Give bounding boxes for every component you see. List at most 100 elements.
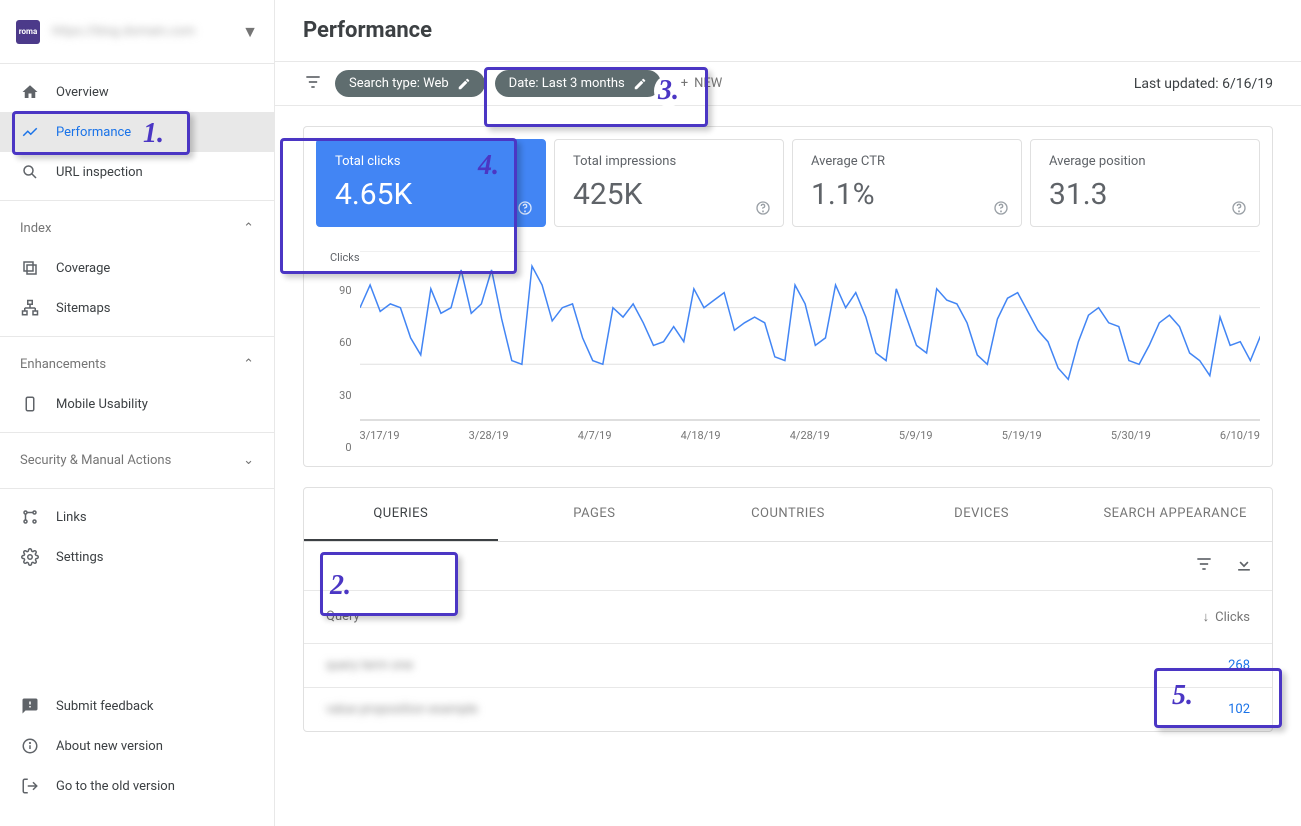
x-tick: 5/19/19 — [1002, 429, 1042, 442]
y-axis: 90 60 30 0 — [330, 284, 360, 454]
chip-search-type[interactable]: Search type: Web — [335, 70, 485, 97]
x-tick: 4/28/19 — [790, 429, 830, 442]
trending-icon — [20, 122, 40, 142]
metric-value: 425K — [573, 177, 765, 212]
header-query: Query — [326, 609, 1203, 625]
copy-icon — [20, 258, 40, 278]
tab-devices[interactable]: DEVICES — [885, 488, 1079, 541]
nav-settings[interactable]: Settings — [0, 537, 274, 577]
nav-label: Settings — [56, 550, 103, 565]
nav-section-main: Overview Performance URL inspection — [0, 64, 274, 201]
mobile-icon — [20, 394, 40, 414]
nav-about[interactable]: About new version — [0, 726, 274, 766]
sitemap-icon — [20, 298, 40, 318]
clicks-chart: Clicks 90 60 30 0 3/17/19 — [316, 243, 1260, 454]
home-icon — [20, 82, 40, 102]
chip-date[interactable]: Date: Last 3 months — [495, 70, 661, 97]
tabs-row: QUERIES PAGES COUNTRIES DEVICES SEARCH A… — [304, 488, 1272, 542]
chip-label: Search type: Web — [349, 76, 449, 91]
x-tick: 3/28/19 — [469, 429, 509, 442]
section-header-security[interactable]: Security & Manual Actions ⌄ — [0, 441, 274, 480]
chart-svg — [360, 251, 1260, 421]
search-icon — [20, 162, 40, 182]
nav-label: Sitemaps — [56, 301, 111, 316]
sort-arrow-icon: ↓ — [1203, 609, 1210, 625]
chevron-down-icon: ▼ — [242, 22, 258, 42]
download-icon[interactable] — [1234, 554, 1254, 578]
section-title: Security & Manual Actions — [20, 453, 171, 468]
nav-sitemaps[interactable]: Sitemaps — [0, 288, 274, 328]
table-row[interactable]: value proposition example 102 — [304, 687, 1272, 731]
info-icon — [20, 736, 40, 756]
nav-label: Coverage — [56, 261, 110, 276]
x-axis: 3/17/19 3/28/19 4/7/19 4/18/19 4/28/19 5… — [360, 425, 1260, 450]
section-title: Index — [20, 221, 51, 236]
nav-links[interactable]: Links — [0, 497, 274, 537]
metric-average-ctr[interactable]: Average CTR 1.1% — [792, 139, 1022, 227]
row-clicks: 102 — [1228, 702, 1250, 717]
help-icon[interactable] — [517, 200, 533, 216]
filter-icon[interactable] — [1194, 554, 1214, 578]
y-tick: 30 — [339, 389, 351, 402]
table-header: Query ↓ Clicks — [304, 590, 1272, 643]
exit-icon — [20, 776, 40, 796]
section-header-index[interactable]: Index ⌃ — [0, 209, 274, 248]
header-clicks[interactable]: ↓ Clicks — [1203, 609, 1250, 625]
table-row[interactable]: query term one 268 — [304, 643, 1272, 687]
plus-icon: + — [681, 76, 688, 91]
help-icon[interactable] — [755, 200, 771, 216]
tab-countries[interactable]: COUNTRIES — [691, 488, 885, 541]
metric-average-position[interactable]: Average position 31.3 — [1030, 139, 1260, 227]
links-icon — [20, 507, 40, 527]
help-icon[interactable] — [993, 200, 1009, 216]
chart-ylabel: Clicks — [330, 251, 360, 264]
pencil-icon — [633, 77, 647, 91]
footer-nav: Submit feedback About new version Go to … — [0, 678, 274, 826]
nav-label: Performance — [56, 125, 131, 140]
sidebar: roma https://blog.domain.com ▼ Overview … — [0, 0, 275, 826]
section-header-enhancements[interactable]: Enhancements ⌃ — [0, 345, 274, 384]
nav-url-inspection[interactable]: URL inspection — [0, 152, 274, 192]
help-icon[interactable] — [1231, 200, 1247, 216]
x-tick: 4/7/19 — [578, 429, 612, 442]
site-selector[interactable]: roma https://blog.domain.com ▼ — [0, 0, 274, 64]
pencil-icon — [457, 77, 471, 91]
tab-search-appearance[interactable]: SEARCH APPEARANCE — [1078, 488, 1272, 541]
x-tick: 6/10/19 — [1220, 429, 1260, 442]
main-content: Performance Search type: Web Date: Last … — [275, 0, 1301, 826]
row-query: value proposition example — [326, 702, 1228, 717]
gear-icon — [20, 547, 40, 567]
filter-icon[interactable] — [303, 72, 323, 96]
nav-performance[interactable]: Performance — [0, 112, 274, 152]
x-tick: 5/30/19 — [1111, 429, 1151, 442]
tab-queries[interactable]: QUERIES — [304, 488, 498, 541]
chevron-down-icon: ⌄ — [243, 453, 254, 468]
nav-feedback[interactable]: Submit feedback — [0, 686, 274, 726]
new-filter-button[interactable]: + NEW — [681, 76, 723, 91]
header-clicks-label: Clicks — [1215, 610, 1250, 625]
metric-tiles: Total clicks 4.65K Total impressions 425… — [316, 139, 1260, 227]
nav-mobile-usability[interactable]: Mobile Usability — [0, 384, 274, 424]
y-tick: 0 — [345, 441, 351, 454]
nav-label: About new version — [56, 739, 163, 754]
tab-pages[interactable]: PAGES — [498, 488, 692, 541]
metrics-card: Total clicks 4.65K Total impressions 425… — [303, 126, 1273, 467]
new-filter-label: NEW — [694, 76, 722, 91]
metric-label: Average CTR — [811, 154, 1003, 169]
metric-label: Total clicks — [335, 154, 527, 169]
metric-value: 4.65K — [335, 177, 527, 212]
metric-total-clicks[interactable]: Total clicks 4.65K — [316, 139, 546, 227]
x-tick: 4/18/19 — [681, 429, 721, 442]
chip-label: Date: Last 3 months — [509, 76, 625, 91]
filter-bar: Search type: Web Date: Last 3 months + N… — [275, 61, 1301, 106]
nav-coverage[interactable]: Coverage — [0, 248, 274, 288]
metric-label: Total impressions — [573, 154, 765, 169]
nav-old-version[interactable]: Go to the old version — [0, 766, 274, 806]
feedback-icon — [20, 696, 40, 716]
nav-section-security: Security & Manual Actions ⌄ — [0, 433, 274, 489]
y-tick: 90 — [339, 284, 351, 297]
metric-value: 1.1% — [811, 177, 1003, 212]
x-tick: 3/17/19 — [360, 429, 400, 442]
metric-total-impressions[interactable]: Total impressions 425K — [554, 139, 784, 227]
nav-overview[interactable]: Overview — [0, 72, 274, 112]
